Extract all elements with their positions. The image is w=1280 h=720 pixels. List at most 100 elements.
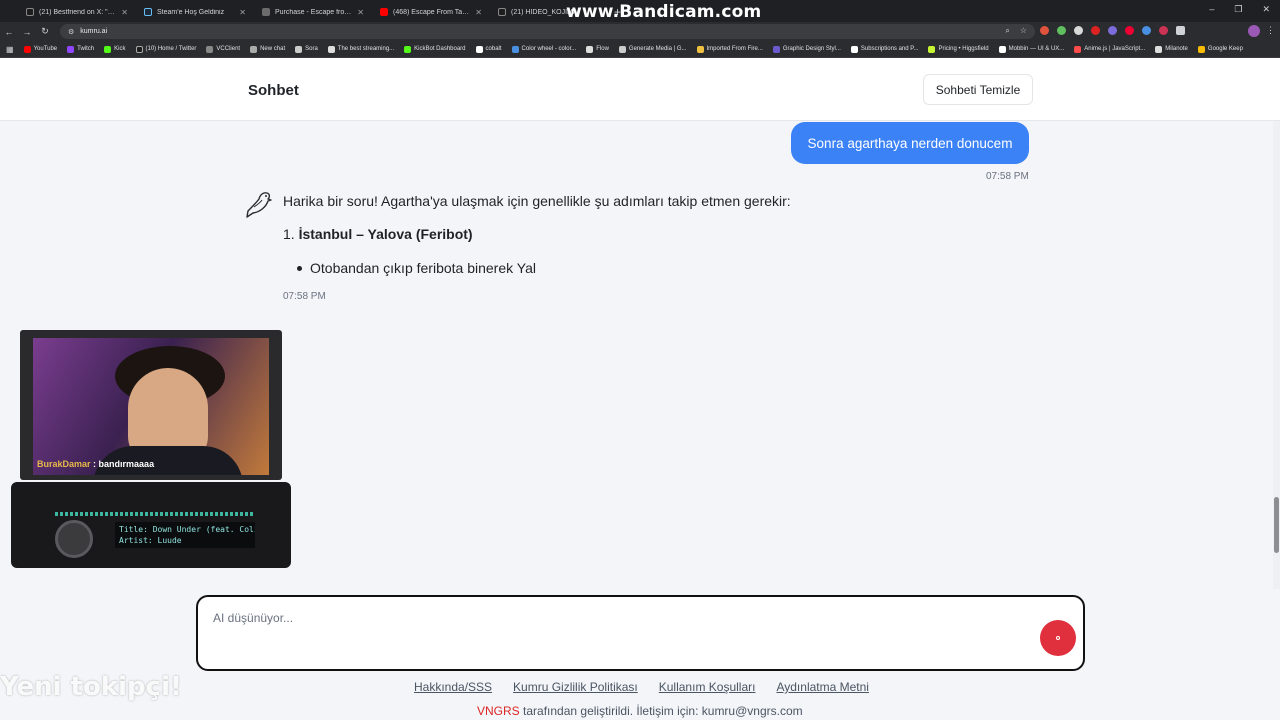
url-field[interactable]: ⚙ kumru.ai ⌕ ☆ <box>60 24 1035 39</box>
zoom-icon[interactable]: ⌕ <box>1005 26 1009 36</box>
browser-tab[interactable]: (21) Bestfriend on X: "Adın ✕ <box>18 2 136 22</box>
browser-tab[interactable]: Steam'e Hoş Geldiniz ✕ <box>136 2 254 22</box>
bookmark-icon <box>135 45 143 53</box>
bookmark-item[interactable]: Flow <box>586 45 609 53</box>
bookmark-icon <box>1155 45 1163 53</box>
scrollbar-thumb[interactable] <box>1274 497 1279 553</box>
bookmark-item[interactable]: New chat <box>250 45 285 53</box>
extensions-puzzle-icon[interactable] <box>1176 26 1185 35</box>
browser-menu-icon[interactable]: ⋮ <box>1266 25 1275 36</box>
extension-icon[interactable] <box>1040 26 1049 35</box>
bookmark-icon <box>1074 45 1082 53</box>
footer-link-terms[interactable]: Kullanım Koşulları <box>659 680 756 694</box>
bookmark-icon <box>327 45 335 53</box>
bookmark-icon <box>1197 45 1205 53</box>
bookmark-item[interactable]: Anime.js | JavaScript... <box>1074 45 1145 53</box>
bookmark-item[interactable]: (10) Home / Twitter <box>135 45 196 53</box>
close-tab-icon[interactable]: ✕ <box>239 8 246 17</box>
extension-icon[interactable] <box>1125 26 1134 35</box>
bookmark-item[interactable]: Twitch <box>67 45 94 53</box>
bookmark-item[interactable]: Mobbin — UI & UX... <box>998 45 1064 53</box>
message-input[interactable] <box>213 611 1033 651</box>
equalizer-bar <box>55 512 255 516</box>
bookmark-item[interactable]: VCClient <box>206 45 240 53</box>
browser-tab[interactable]: Purchase - Escape from Tarkov✕ <box>254 2 372 22</box>
minimize-icon[interactable]: – <box>1209 4 1214 15</box>
bookmark-icon <box>928 45 936 53</box>
extension-icon[interactable] <box>1159 26 1168 35</box>
bookmark-icon <box>998 45 1006 53</box>
webcam-feed: BurakDamar : bandırmaaaa <box>33 338 269 475</box>
bookmark-icon <box>696 45 704 53</box>
close-tab-icon[interactable]: ✕ <box>121 8 128 17</box>
bookmark-item[interactable]: KickBot Dashboard <box>404 45 466 53</box>
footer-link-disclosure[interactable]: Aydınlatma Metni <box>776 680 869 694</box>
bookmark-item[interactable]: Graphic Design Styl... <box>772 45 841 53</box>
overlay-chat-message: BurakDamar : bandırmaaaa <box>37 459 155 469</box>
address-bar: ← → ↻ ⚙ kumru.ai ⌕ ☆ ⋮ <box>0 22 1280 41</box>
bird-avatar-icon <box>246 192 272 218</box>
close-tab-icon[interactable]: ✕ <box>357 8 364 17</box>
now-playing-display: Title: Down Under (feat. Coli Artist: Lu… <box>115 522 255 548</box>
extension-icon[interactable] <box>1074 26 1083 35</box>
reload-icon[interactable]: ↻ <box>36 26 54 37</box>
bookmark-icon <box>511 45 519 53</box>
bookmark-item[interactable]: Generate Media | G... <box>618 45 687 53</box>
bot-message-timestamp: 07:58 PM <box>283 291 326 302</box>
stream-follower-caption: Yeni tokipçi! <box>0 672 182 702</box>
chat-header: Sohbet Sohbeti Temizle <box>0 58 1280 121</box>
bot-step-item: 1. İstanbul – Yalova (Feribot) <box>283 226 473 242</box>
maximize-icon[interactable]: ❐ <box>1234 4 1242 15</box>
tab-favicon-icon <box>380 8 388 16</box>
bookmark-item[interactable]: The best streaming... <box>327 45 394 53</box>
volume-knob <box>55 520 93 558</box>
page-title: Sohbet <box>248 82 299 99</box>
bookmark-star-icon[interactable]: ☆ <box>1020 26 1027 36</box>
browser-tab[interactable]: (468) Escape From Tarkov : RTX✕ <box>372 2 490 22</box>
bookmark-icon <box>586 45 594 53</box>
tab-favicon-icon <box>498 8 506 16</box>
bookmark-item[interactable]: Color wheel - color... <box>511 45 576 53</box>
extension-icon[interactable] <box>1057 26 1066 35</box>
bot-bullet-item: Otobandan çıkıp feribota binerek Yal <box>297 260 536 276</box>
user-message-bubble: Sonra agarthaya nerden donucem <box>791 122 1029 164</box>
profile-avatar[interactable] <box>1248 25 1260 37</box>
footer-link-privacy[interactable]: Kumru Gizlilik Politikası <box>513 680 638 694</box>
forward-icon[interactable]: → <box>18 27 36 37</box>
bookmark-item[interactable]: YouTube <box>23 45 57 53</box>
bookmark-item[interactable]: Pricing • Higgsfield <box>928 45 989 53</box>
bookmark-icon <box>104 45 112 53</box>
bookmark-item[interactable]: Subscriptions and P... <box>850 45 918 53</box>
loading-icon <box>1056 636 1060 640</box>
stop-generation-button[interactable] <box>1040 620 1076 656</box>
bookmark-item[interactable]: Milanote <box>1155 45 1188 53</box>
bookmark-icon <box>250 45 258 53</box>
window-controls: – ❐ ✕ <box>1209 4 1270 15</box>
bot-message-text: Harika bir soru! Agartha'ya ulaşmak için… <box>283 193 791 209</box>
close-tab-icon[interactable]: ✕ <box>475 8 482 17</box>
bookmark-item[interactable]: cobalt <box>475 45 502 53</box>
footer-link-about[interactable]: Hakkında/SSS <box>414 680 492 694</box>
apps-grid-icon[interactable]: ▦ <box>6 45 14 54</box>
bookmark-item[interactable]: Kick <box>104 45 126 53</box>
clear-chat-button[interactable]: Sohbeti Temizle <box>923 74 1033 105</box>
bookmark-item[interactable]: Google Keep <box>1197 45 1243 53</box>
bookmark-icon <box>475 45 483 53</box>
bullet-dot-icon <box>297 265 302 271</box>
close-window-icon[interactable]: ✕ <box>1262 4 1270 15</box>
bookmark-icon <box>772 45 780 53</box>
extension-icon[interactable] <box>1091 26 1100 35</box>
extension-icon[interactable] <box>1108 26 1117 35</box>
site-info-icon[interactable]: ⚙ <box>68 28 74 36</box>
chat-scrollbar[interactable] <box>1273 121 1280 589</box>
bookmark-item[interactable]: Imported From Fire... <box>696 45 763 53</box>
bookmark-icon <box>618 45 626 53</box>
bookmark-item[interactable]: Sora <box>295 45 318 53</box>
bookmark-icon <box>206 45 214 53</box>
extension-icon[interactable] <box>1142 26 1151 35</box>
back-icon[interactable]: ← <box>0 27 18 37</box>
bookmarks-bar: ▦ YouTube Twitch Kick (10) Home / Twitte… <box>0 41 1280 58</box>
bookmark-icon <box>67 45 75 53</box>
bookmark-icon <box>850 45 858 53</box>
message-input-box <box>196 595 1085 671</box>
